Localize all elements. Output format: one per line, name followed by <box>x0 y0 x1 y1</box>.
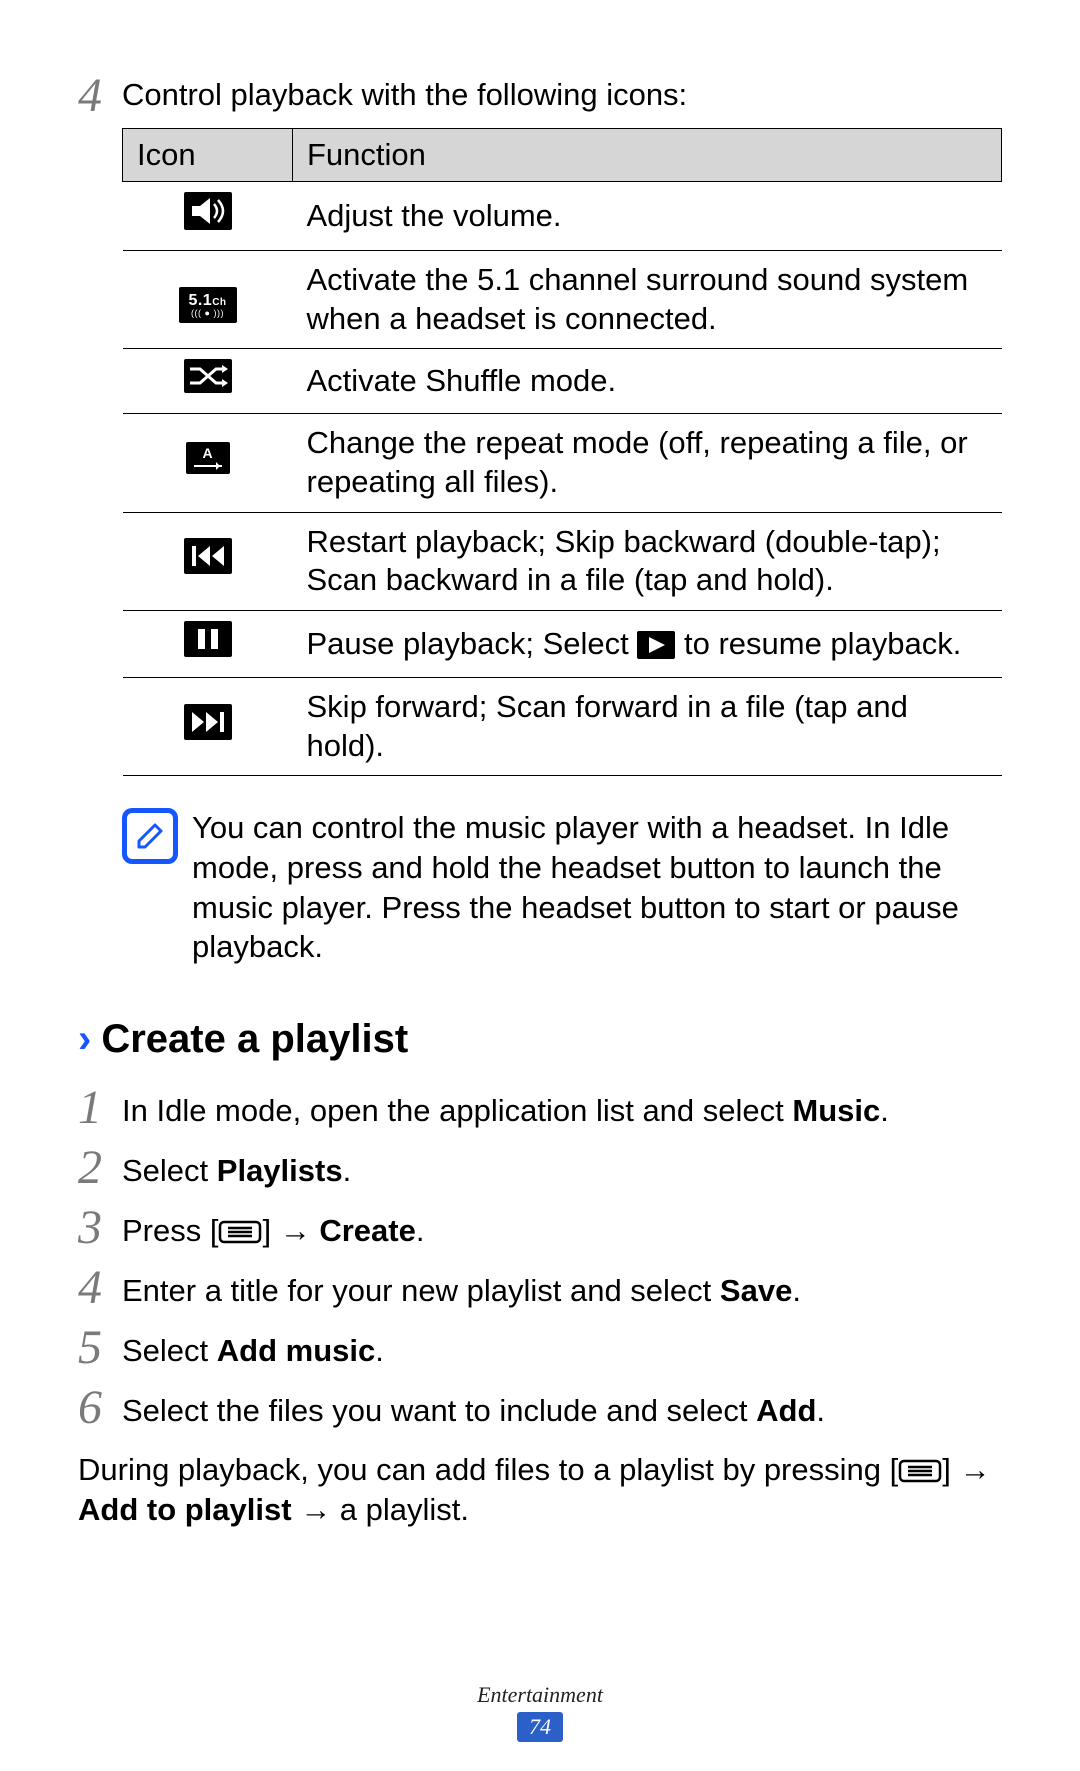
table-row: A Change the repeat mode (off, repeating… <box>123 414 1002 513</box>
step-item: 1 In Idle mode, open the application lis… <box>78 1082 1002 1132</box>
shuffle-icon <box>184 359 232 393</box>
func-text: Adjust the volume. <box>293 182 1002 251</box>
note-icon <box>122 808 178 864</box>
func-text: Pause playback; Select to resume playbac… <box>293 611 1002 678</box>
table-row: Activate Shuffle mode. <box>123 349 1002 414</box>
volume-icon <box>184 192 232 230</box>
note-callout: You can control the music player with a … <box>122 808 1002 967</box>
page-content: 4 Control playback with the following ic… <box>0 0 1080 1571</box>
step-item: 6 Select the files you want to include a… <box>78 1382 1002 1432</box>
func-text: Skip forward; Scan forward in a file (ta… <box>293 677 1002 776</box>
footer-page-number: 74 <box>517 1712 563 1742</box>
section-title: Create a playlist <box>101 1017 408 1062</box>
col-header-function: Function <box>293 129 1002 182</box>
intro-step: 4 Control playback with the following ic… <box>78 70 1002 120</box>
section-heading: › Create a playlist <box>78 1017 1002 1062</box>
step-item: 5 Select Add music. <box>78 1322 1002 1372</box>
step-number: 4 <box>78 70 122 120</box>
skip-forward-icon <box>184 704 232 740</box>
func-text: Activate Shuffle mode. <box>293 349 1002 414</box>
table-row: Adjust the volume. <box>123 182 1002 251</box>
step-item: 2 Select Playlists. <box>78 1142 1002 1192</box>
table-row: Restart playback; Skip backward (double-… <box>123 512 1002 611</box>
step-item: 3 Press [] → Create. <box>78 1202 1002 1252</box>
func-text: Restart playback; Skip backward (double-… <box>293 512 1002 611</box>
after-steps-text: During playback, you can add files to a … <box>78 1450 1002 1531</box>
table-row: 5.1Ch ((( ● ))) Activate the 5.1 channel… <box>123 250 1002 349</box>
surround-51-icon: 5.1Ch ((( ● ))) <box>179 287 237 323</box>
intro-text: Control playback with the following icon… <box>122 70 687 115</box>
chevron-right-icon: › <box>78 1017 91 1062</box>
icon-function-table: Icon Function Adjust the volume. 5.1Ch (… <box>122 128 1002 776</box>
menu-icon <box>218 1219 262 1245</box>
menu-icon <box>898 1458 942 1484</box>
skip-back-icon <box>184 538 232 574</box>
col-header-icon: Icon <box>123 129 293 182</box>
page-footer: Entertainment 74 <box>0 1682 1080 1742</box>
note-text: You can control the music player with a … <box>192 808 1002 967</box>
footer-category: Entertainment <box>0 1682 1080 1708</box>
pause-icon <box>184 621 232 657</box>
play-icon <box>637 631 675 659</box>
func-text: Change the repeat mode (off, repeating a… <box>293 414 1002 513</box>
table-row: Pause playback; Select to resume playbac… <box>123 611 1002 678</box>
repeat-icon: A <box>186 442 230 474</box>
func-text: Activate the 5.1 channel surround sound … <box>293 250 1002 349</box>
step-item: 4 Enter a title for your new playlist an… <box>78 1262 1002 1312</box>
steps-list: 1 In Idle mode, open the application lis… <box>78 1082 1002 1432</box>
table-row: Skip forward; Scan forward in a file (ta… <box>123 677 1002 776</box>
